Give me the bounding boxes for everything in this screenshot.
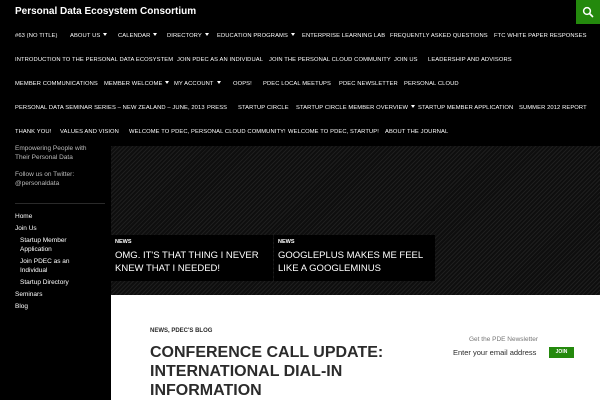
entry-title-line: Conference Call Update: xyxy=(150,344,384,361)
post-category-link[interactable]: News xyxy=(115,239,132,245)
nav-item-startup-member-application[interactable]: Startup Member Application xyxy=(418,96,513,120)
sidebar: Empowering People with Their Personal Da… xyxy=(0,144,111,400)
nav-item-summer-2012-report[interactable]: Summer 2012 Report xyxy=(519,96,587,120)
nav-item-startup-circle-overview[interactable]: Startup Circle Member Overview xyxy=(296,96,416,120)
nav-item-education-programs[interactable]: Education Programs xyxy=(217,24,295,48)
sidebar-item-label: Individual xyxy=(20,266,48,274)
sidebar-item-label: Join PDEC as an xyxy=(20,258,70,265)
sidebar-item-seminars[interactable]: Seminars xyxy=(15,291,42,300)
search-toggle-button[interactable] xyxy=(576,0,600,24)
nav-item-values-vision[interactable]: Values and Vision xyxy=(60,120,119,144)
site-title-link[interactable]: Personal Data Ecosystem Consortium xyxy=(15,6,196,17)
main-content: News, PDEC's Blog Conference Call Update… xyxy=(111,295,600,400)
caret-down-icon xyxy=(153,33,158,36)
twitter-label: Follow us on Twitter: xyxy=(15,171,75,178)
nav-item-seminar-series[interactable]: Personal Data Seminar Series – New Zeala… xyxy=(15,96,205,120)
post-title-line: knew that I needed! xyxy=(115,263,221,274)
caret-down-icon xyxy=(204,33,209,36)
entry-categories-link[interactable]: News, PDEC's Blog xyxy=(150,328,212,334)
nav-item-welcome-personal-cloud[interactable]: Welcome to PDEC, Personal Cloud Communit… xyxy=(129,120,286,144)
caret-down-icon xyxy=(290,33,295,36)
nav-item-member-welcome[interactable]: Member Welcome xyxy=(104,72,170,96)
nav-item-ftc-white-paper[interactable]: FTC White Paper Responses xyxy=(494,24,587,48)
caret-down-icon xyxy=(165,81,170,84)
post-title-line: like a GoogleMinus xyxy=(278,263,381,274)
twitter-handle-link[interactable]: @personaldata xyxy=(15,179,74,188)
nav-item-join-personal-cloud[interactable]: Join the Personal Cloud Community xyxy=(269,48,391,72)
post-category-link[interactable]: News xyxy=(278,239,295,245)
entry-title-line: International Dial-In xyxy=(150,363,343,380)
nav-item-thank-you[interactable]: Thank You! xyxy=(15,120,51,144)
newsletter-label: Get the PDE Newsletter xyxy=(469,336,538,343)
nav-row: Introduction to the Personal Data Ecosys… xyxy=(0,48,600,72)
newsletter-email-input[interactable] xyxy=(452,347,547,358)
nav-item-oops[interactable]: Oops! xyxy=(233,72,252,96)
sidebar-item-join-us[interactable]: Join Us xyxy=(15,225,37,234)
sidebar-item-label: Application xyxy=(20,245,52,253)
nav-item-enterprise-learning-lab[interactable]: Enterprise Learning Lab xyxy=(302,24,385,48)
nav-item-welcome-startup[interactable]: Welcome to PDEC, Startup! xyxy=(288,120,379,144)
nav-item-startup-circle[interactable]: Startup Circle xyxy=(238,96,289,120)
caret-down-icon xyxy=(411,105,416,108)
featured-post[interactable]: News GooglePlus makes me feel like a Goo… xyxy=(274,235,435,281)
sidebar-item-join-individual[interactable]: Join PDEC as an Individual xyxy=(20,258,70,275)
nav-item-no-title[interactable]: #63 (no title) xyxy=(15,24,58,48)
tagline-line: Their Personal Data xyxy=(15,154,73,161)
primary-navigation: #63 (no title) About Us Calendar Directo… xyxy=(0,24,600,146)
entry-title-link[interactable]: Conference Call Update: International Di… xyxy=(150,343,383,400)
nav-item-press[interactable]: Press xyxy=(207,96,227,120)
nav-item-join-us[interactable]: Join Us xyxy=(394,48,418,72)
site-header: Personal Data Ecosystem Consortium xyxy=(0,0,600,24)
featured-post[interactable]: News OMG. It's that thing I never knew t… xyxy=(111,235,273,281)
sidebar-item-home[interactable]: Home xyxy=(15,213,32,222)
caret-down-icon xyxy=(216,81,221,84)
nav-item-about-us[interactable]: About Us xyxy=(70,24,108,48)
sidebar-item-label: Startup Member xyxy=(20,237,67,244)
sidebar-item-blog[interactable]: Blog xyxy=(15,303,28,312)
post-title-link[interactable]: GooglePlus makes me feel like a GoogleMi… xyxy=(278,249,423,275)
post-title-line: GooglePlus makes me feel xyxy=(278,250,424,261)
nav-item-directory[interactable]: Directory xyxy=(167,24,209,48)
entry-title-line: Information xyxy=(150,382,262,399)
featured-content: News OMG. It's that thing I never knew t… xyxy=(111,146,600,295)
nav-row: Member Communications Member Welcome My … xyxy=(0,72,600,96)
nav-item-join-individual[interactable]: Join PDEC as an Individual xyxy=(177,48,263,72)
sidebar-item-startup-member-application[interactable]: Startup Member Application xyxy=(20,237,67,254)
nav-item-calendar[interactable]: Calendar xyxy=(118,24,158,48)
nav-item-newsletter[interactable]: PDEC Newsletter xyxy=(339,72,398,96)
nav-item-personal-cloud[interactable]: Personal Cloud xyxy=(404,72,459,96)
nav-row: Personal Data Seminar Series – New Zeala… xyxy=(0,96,600,120)
post-title-link[interactable]: OMG. It's that thing I never knew that I… xyxy=(115,249,259,275)
nav-item-my-account[interactable]: My Account xyxy=(174,72,221,96)
post-title-line: OMG. It's that thing I never xyxy=(115,250,259,261)
sidebar-item-startup-directory[interactable]: Startup Directory xyxy=(20,279,69,288)
nav-row: #63 (no title) About Us Calendar Directo… xyxy=(0,24,600,48)
nav-item-faq[interactable]: Frequently Asked Questions xyxy=(390,24,488,48)
site-tagline: Empowering People with Their Personal Da… xyxy=(15,144,87,162)
nav-item-member-communications[interactable]: Member Communications xyxy=(15,72,98,96)
newsletter-join-button[interactable]: Join xyxy=(549,347,574,358)
nav-item-introduction[interactable]: Introduction to the Personal Data Ecosys… xyxy=(15,48,173,72)
nav-item-about-journal[interactable]: About the Journal xyxy=(385,120,448,144)
twitter-widget: Follow us on Twitter: @personaldata xyxy=(15,170,74,188)
caret-down-icon xyxy=(103,33,108,36)
nav-item-local-meetups[interactable]: PDEC Local Meetups xyxy=(263,72,331,96)
tagline-line: Empowering People with xyxy=(15,145,87,152)
nav-row: Thank You! Values and Vision Welcome to … xyxy=(0,120,600,144)
nav-item-leadership[interactable]: Leadership and Advisors xyxy=(428,48,512,72)
sidebar-divider xyxy=(15,203,105,204)
search-icon xyxy=(582,6,594,18)
